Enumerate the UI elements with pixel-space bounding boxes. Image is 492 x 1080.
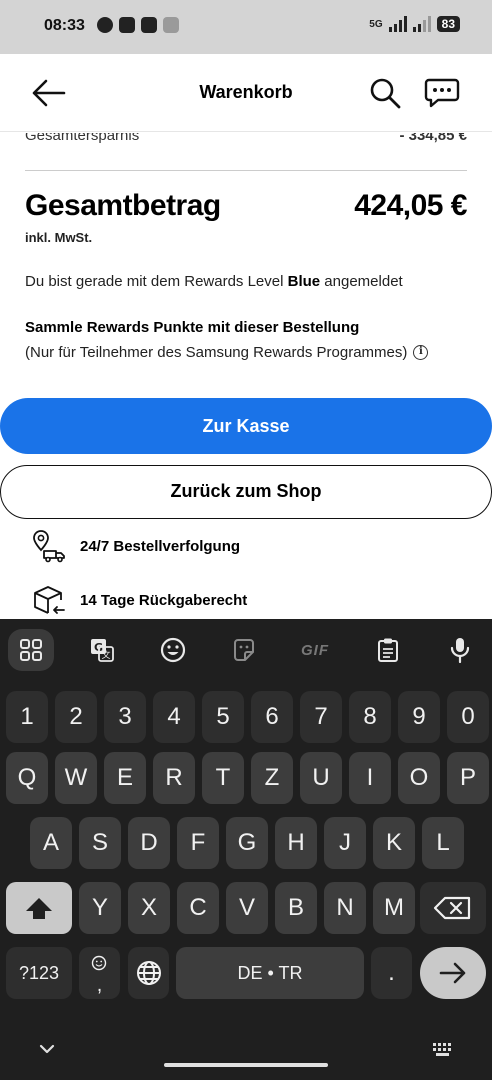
key-8[interactable]: 8 <box>349 691 391 743</box>
feature-label: 14 Tage Rückgaberecht <box>80 591 248 609</box>
rewards-level-prefix: Du bist gerade mit dem Rewards Level <box>25 273 288 290</box>
key-y[interactable]: Y <box>79 882 121 934</box>
rewards-level-suffix: angemeldet <box>320 273 403 290</box>
shift-key[interactable] <box>6 882 72 934</box>
status-right: 5G 83 <box>369 16 460 32</box>
hide-keyboard-icon[interactable] <box>38 1042 56 1056</box>
key-w[interactable]: W <box>55 752 97 804</box>
r-app-icon <box>141 17 157 33</box>
key-f[interactable]: F <box>177 817 219 869</box>
key-s[interactable]: S <box>79 817 121 869</box>
sticker-icon[interactable] <box>221 629 267 671</box>
info-icon[interactable]: i <box>413 345 429 360</box>
checkout-button[interactable]: Zur Kasse <box>0 398 492 454</box>
message-app-icon <box>163 17 179 33</box>
delivery-tracking-icon <box>33 530 65 563</box>
key-0[interactable]: 0 <box>447 691 489 743</box>
rewards-collect-subtitle: (Nur für Teilnehmer des Samsung Rewards … <box>25 344 429 361</box>
apps-grid-icon[interactable] <box>8 629 54 671</box>
globe-icon <box>136 961 161 985</box>
enter-arrow-icon <box>439 962 466 984</box>
emoji-comma-key[interactable]: , <box>79 947 120 999</box>
gif-button[interactable]: GIF <box>292 629 338 671</box>
key-r[interactable]: R <box>153 752 195 804</box>
key-u[interactable]: U <box>300 752 342 804</box>
space-key[interactable]: DE • TR <box>176 947 364 999</box>
period-key[interactable]: . <box>371 947 412 999</box>
divider <box>25 170 467 171</box>
rewards-level-text: Du bist gerade mit dem Rewards Level Blu… <box>25 273 403 290</box>
key-x[interactable]: X <box>128 882 170 934</box>
symbols-key[interactable]: ?123 <box>6 947 72 999</box>
key-h[interactable]: H <box>275 817 317 869</box>
return-box-icon <box>34 586 65 614</box>
translate-icon[interactable]: G文 <box>79 629 125 671</box>
key-m[interactable]: M <box>373 882 415 934</box>
rewards-collect-title: Sammle Rewards Punkte mit dieser Bestell… <box>25 319 360 336</box>
key-i[interactable]: I <box>349 752 391 804</box>
emoji-small-icon <box>91 955 107 971</box>
feature-returns: 14 Tage Rückgaberecht <box>32 582 247 618</box>
chat-icon[interactable] <box>424 76 460 110</box>
total-value: 424,05 € <box>354 189 467 222</box>
network-type: 5G <box>369 18 383 30</box>
key-l[interactable]: L <box>422 817 464 869</box>
page-title: Warenkorb <box>199 82 293 102</box>
battery-indicator: 83 <box>436 16 460 32</box>
feature-label: 24/7 Bestellverfolgung <box>80 537 241 555</box>
key-2[interactable]: 2 <box>55 691 97 743</box>
feature-tracking: 24/7 Bestellverfolgung <box>32 528 240 564</box>
home-indicator[interactable] <box>164 1063 328 1067</box>
rewards-collect-note: (Nur für Teilnehmer des Samsung Rewards … <box>25 344 408 361</box>
key-4[interactable]: 4 <box>153 691 195 743</box>
clipboard-icon[interactable] <box>365 629 411 671</box>
mic-icon[interactable] <box>437 629 483 671</box>
key-j[interactable]: J <box>324 817 366 869</box>
backspace-key[interactable] <box>420 882 486 934</box>
key-5[interactable]: 5 <box>202 691 244 743</box>
shield-app-icon <box>119 17 135 33</box>
emoji-icon[interactable] <box>150 629 196 671</box>
signal-icon <box>388 16 407 32</box>
key-3[interactable]: 3 <box>104 691 146 743</box>
key-7[interactable]: 7 <box>300 691 342 743</box>
vat-note: inkl. MwSt. <box>25 230 93 245</box>
rewards-level-name: Blue <box>287 273 321 290</box>
key-t[interactable]: T <box>202 752 244 804</box>
key-d[interactable]: D <box>128 817 170 869</box>
search-icon[interactable] <box>368 76 402 110</box>
status-time: 08:33 <box>44 17 85 34</box>
total-label: Gesamtbetrag <box>25 189 221 222</box>
keyboard-switch-icon[interactable] <box>432 1042 456 1058</box>
status-bar: 08:33 5G 83 <box>0 0 492 54</box>
enter-key[interactable] <box>420 947 486 999</box>
navigation-bar <box>0 1030 492 1080</box>
key-k[interactable]: K <box>373 817 415 869</box>
whatsapp-icon <box>97 17 113 33</box>
key-g[interactable]: G <box>226 817 268 869</box>
key-1[interactable]: 1 <box>6 691 48 743</box>
key-c[interactable]: C <box>177 882 219 934</box>
key-n[interactable]: N <box>324 882 366 934</box>
key-6[interactable]: 6 <box>251 691 293 743</box>
comma-label: , <box>96 974 103 996</box>
key-b[interactable]: B <box>275 882 317 934</box>
key-9[interactable]: 9 <box>398 691 440 743</box>
key-v[interactable]: V <box>226 882 268 934</box>
key-o[interactable]: O <box>398 752 440 804</box>
key-q[interactable]: Q <box>6 752 48 804</box>
signal-secondary-icon <box>412 16 431 32</box>
notification-icons <box>97 17 179 33</box>
back-to-shop-button[interactable]: Zurück zum Shop <box>0 465 492 519</box>
language-key[interactable] <box>128 947 169 999</box>
key-p[interactable]: P <box>447 752 489 804</box>
backspace-icon <box>433 896 471 920</box>
app-header: Warenkorb <box>0 54 492 132</box>
key-a[interactable]: A <box>30 817 72 869</box>
key-z[interactable]: Z <box>251 752 293 804</box>
key-e[interactable]: E <box>104 752 146 804</box>
svg-text:文: 文 <box>101 649 110 661</box>
shift-arrow-icon <box>26 898 52 919</box>
